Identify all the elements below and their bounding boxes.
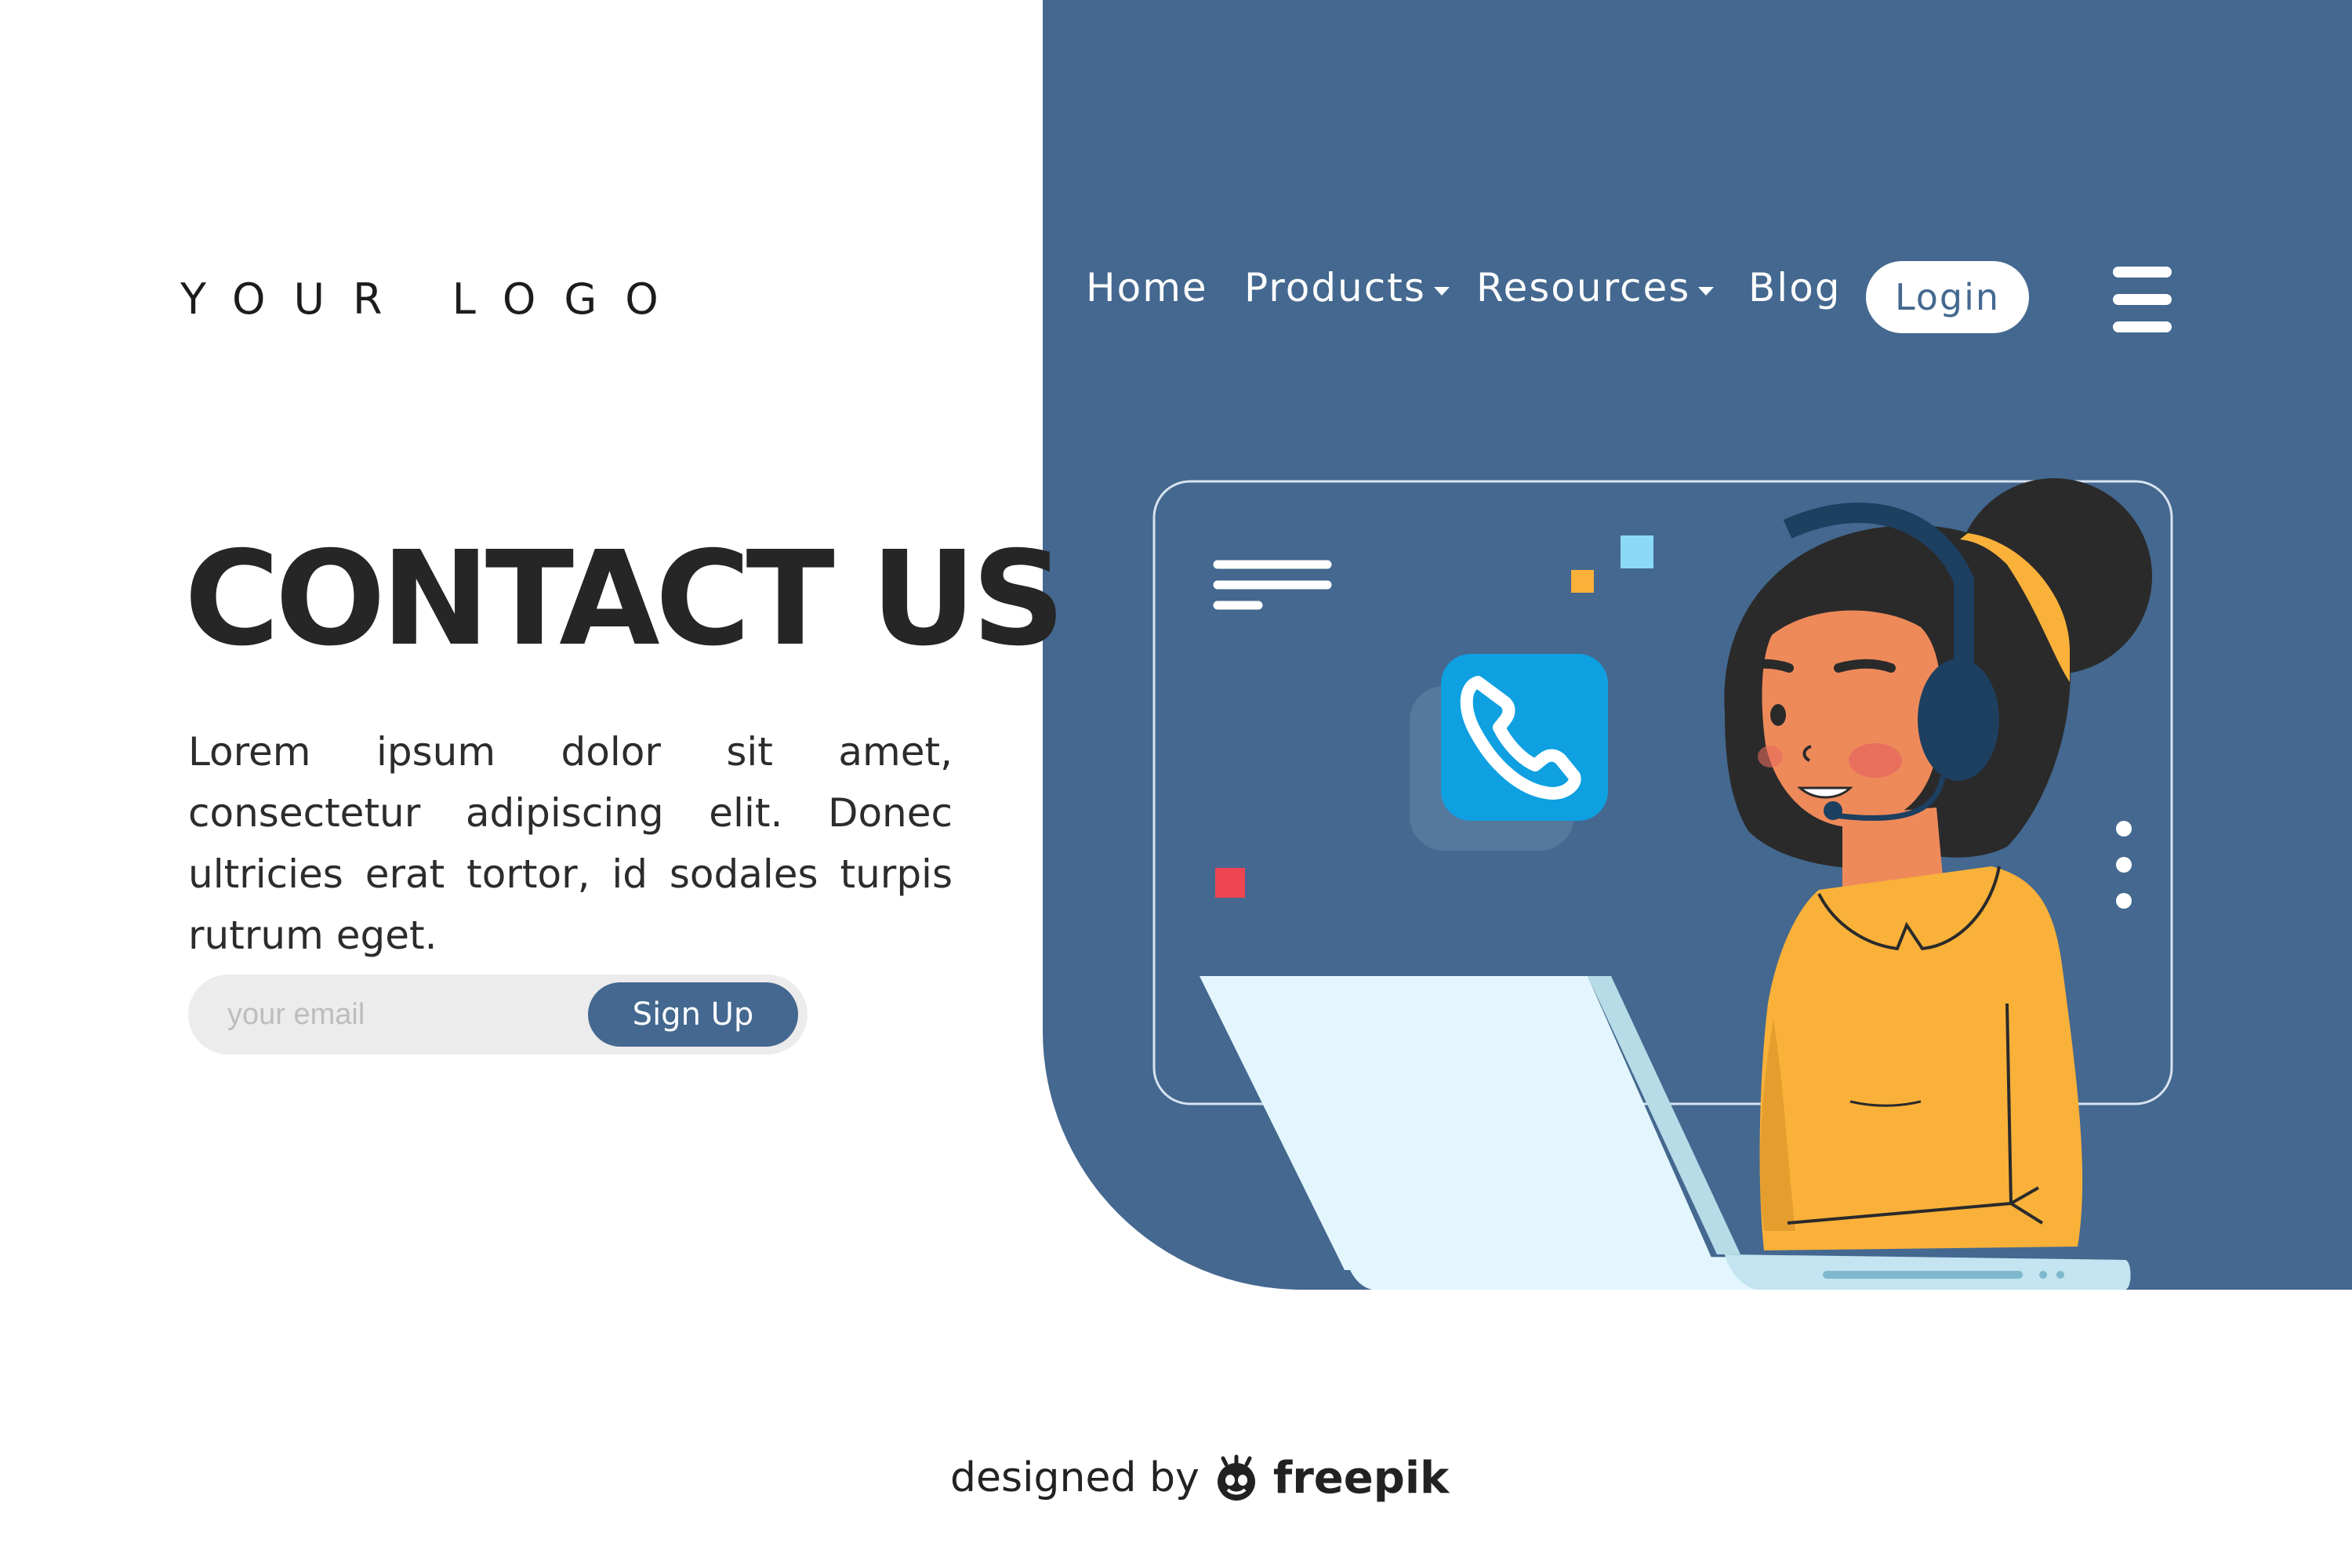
- decorative-square: [1215, 868, 1245, 898]
- credit-brand: freepik: [1272, 1452, 1450, 1504]
- decorative-square: [1621, 535, 1653, 568]
- text-lines-icon: [1213, 560, 1332, 610]
- decorative-square: [1571, 570, 1594, 593]
- laptop-light: [2056, 1271, 2064, 1279]
- laptop-screen: [1200, 976, 1717, 1270]
- cheek: [1758, 746, 1783, 768]
- laptop-light: [2039, 1271, 2047, 1279]
- eye: [1770, 704, 1786, 726]
- headset-mic: [1824, 801, 1842, 820]
- eyebrow: [1834, 659, 1896, 673]
- more-vertical-icon: [2116, 821, 2132, 909]
- headset-earpiece: [1918, 659, 1999, 781]
- freepik-mascot-icon: [1217, 1454, 1255, 1501]
- footer-credit[interactable]: designed by freepik: [950, 1443, 1449, 1513]
- cheek: [1849, 743, 1902, 778]
- shirt: [1759, 866, 2083, 1250]
- eyebrow: [1732, 659, 1794, 673]
- credit-prefix: designed by: [950, 1454, 1200, 1501]
- call-button: [1441, 654, 1608, 821]
- customer-support-illustration: [1152, 478, 2173, 1290]
